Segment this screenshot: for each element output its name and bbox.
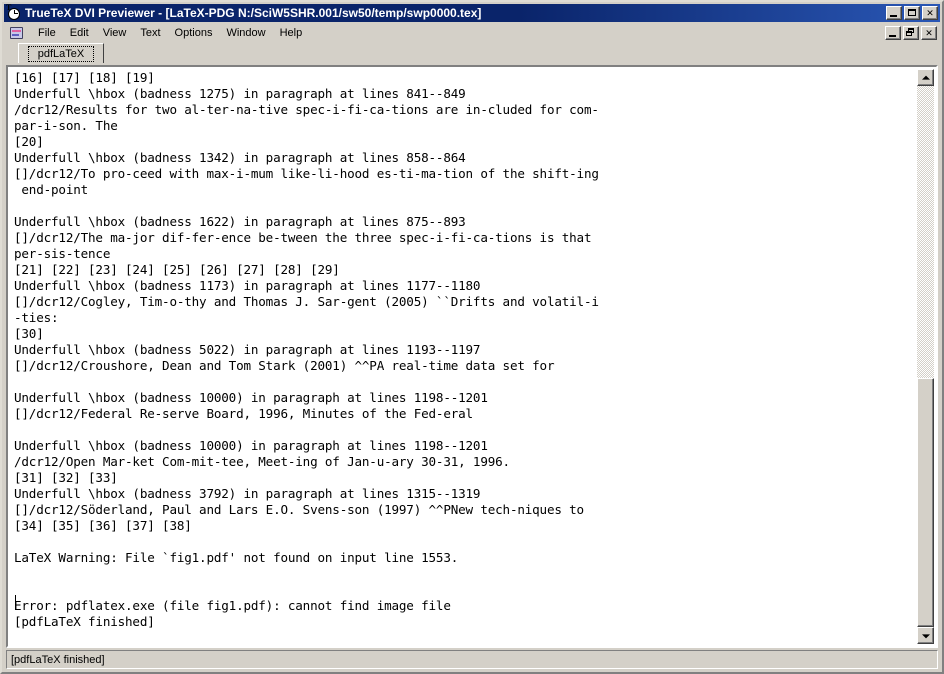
child-close-icon: ✕ xyxy=(925,28,933,38)
menu-bar: File Edit View Text Options Window Help … xyxy=(4,23,940,43)
menu-item-options[interactable]: Options xyxy=(168,25,220,41)
minimize-icon xyxy=(890,15,897,17)
title-bar[interactable]: T TrueTeX DVI Previewer - [LaTeX-PDG N:/… xyxy=(4,4,940,22)
menu-item-text[interactable]: Text xyxy=(133,25,167,41)
scroll-down-arrow-icon xyxy=(921,633,930,638)
menu-item-help[interactable]: Help xyxy=(273,25,310,41)
menu-item-window[interactable]: Window xyxy=(219,25,272,41)
status-bar: [pdfLaTeX finished] xyxy=(6,650,938,669)
tab-pdflatex[interactable]: pdfLaTeX xyxy=(18,43,104,63)
child-restore-button[interactable] xyxy=(903,26,919,40)
document-icon-stripe-2 xyxy=(12,34,19,36)
window-controls: ✕ xyxy=(886,6,938,20)
child-close-button[interactable]: ✕ xyxy=(921,26,937,40)
log-output-pane[interactable]: [16] [17] [18] [19] Underfull \hbox (bad… xyxy=(6,65,938,648)
scrollbar-thumb[interactable] xyxy=(917,378,934,627)
menu-item-file[interactable]: File xyxy=(31,25,63,41)
tab-pdflatex-label: pdfLaTeX xyxy=(27,45,95,62)
document-icon[interactable] xyxy=(9,25,25,41)
close-button[interactable]: ✕ xyxy=(922,6,938,20)
mdi-child-window-controls: ✕ xyxy=(885,26,937,40)
clock-hand-vertical xyxy=(14,10,15,14)
scrollbar-down-button[interactable] xyxy=(917,627,934,644)
scroll-up-arrow-icon xyxy=(921,75,930,80)
minimize-button[interactable] xyxy=(886,6,902,20)
menu-item-view[interactable]: View xyxy=(96,25,134,41)
window-title: TrueTeX DVI Previewer - [LaTeX-PDG N:/Sc… xyxy=(25,6,482,20)
maximize-icon xyxy=(908,9,916,16)
child-minimize-button[interactable] xyxy=(885,26,901,40)
child-minimize-icon xyxy=(889,35,896,37)
vertical-scrollbar[interactable] xyxy=(917,69,934,644)
log-output-text: [16] [17] [18] [19] Underfull \hbox (bad… xyxy=(14,70,599,629)
menu-item-edit[interactable]: Edit xyxy=(63,25,96,41)
text-caret xyxy=(15,595,16,610)
application-window: T TrueTeX DVI Previewer - [LaTeX-PDG N:/… xyxy=(0,0,944,674)
document-icon-body xyxy=(10,27,23,39)
maximize-button[interactable] xyxy=(904,6,920,20)
child-restore-icon-front xyxy=(906,31,912,36)
scrollbar-up-button[interactable] xyxy=(917,69,934,86)
tab-strip: pdfLaTeX xyxy=(4,43,940,64)
document-icon-stripe-1 xyxy=(12,30,21,32)
tex-letter: T xyxy=(6,3,12,12)
status-bar-text: [pdfLaTeX finished] xyxy=(11,653,105,666)
close-icon: ✕ xyxy=(926,8,934,18)
tex-clock-icon[interactable]: T xyxy=(6,3,22,21)
